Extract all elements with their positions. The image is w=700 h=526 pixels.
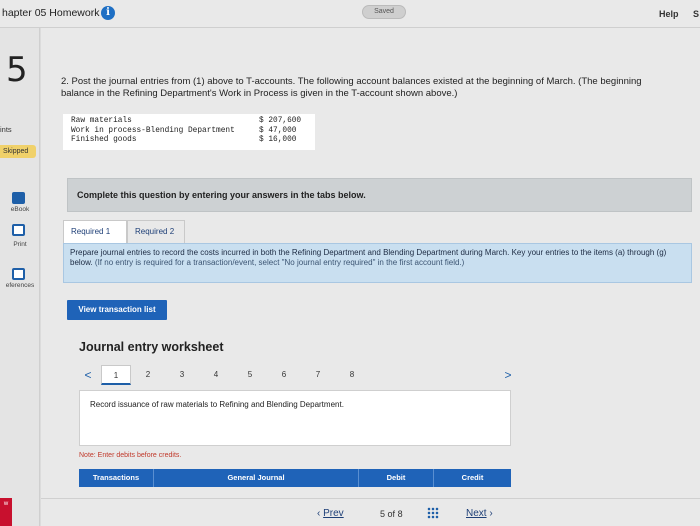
question-number: 5 [6, 50, 28, 90]
question-nav-footer: ‹ Prev 5 of 8 Next › [41, 498, 700, 526]
prev-button[interactable]: ‹ Prev [317, 508, 344, 519]
cut-off-menu-label[interactable]: S [693, 9, 699, 19]
pager-page-7[interactable]: 7 [303, 365, 333, 385]
page-of: of [387, 509, 396, 519]
balance-amount: $ 47,000 [259, 126, 297, 135]
page-current: 5 [380, 509, 386, 519]
ebook-icon[interactable] [12, 192, 25, 204]
column-credit: Credit [461, 473, 484, 482]
column-general-journal: General Journal [154, 469, 359, 487]
record-instruction: Record issuance of raw materials to Refi… [79, 390, 511, 446]
balances-table: Raw materials $ 207,600 Work in process-… [63, 114, 315, 150]
pager-page-1[interactable]: 1 [101, 365, 131, 385]
required-tabs: Required 1 Required 2 Prepare journal en… [63, 220, 692, 292]
tab-required-1[interactable]: Required 1 [63, 220, 127, 244]
next-button[interactable]: Next › [466, 508, 493, 519]
balance-row: Work in process-Blending Department $ 47… [71, 127, 307, 137]
balance-amount: $ 16,000 [259, 136, 297, 144]
balance-account: Work in process-Blending Department [71, 126, 235, 135]
saved-badge: Saved [362, 5, 406, 19]
grid-icon[interactable] [427, 507, 439, 519]
balance-account: Raw materials [71, 117, 132, 125]
ebook-label[interactable]: eBook [0, 206, 40, 213]
assignment-title: hapter 05 Homework [2, 7, 100, 19]
pager-page-6[interactable]: 6 [269, 365, 299, 385]
references-label[interactable]: eferences [0, 282, 40, 289]
chevron-right-icon: › [489, 508, 493, 519]
worksheet-title: Journal entry worksheet [79, 340, 224, 354]
info-icon[interactable]: i [101, 6, 115, 20]
status-badge: Skipped [0, 145, 36, 158]
instruction-banner: Complete this question by entering your … [67, 178, 692, 212]
worksheet-pager: < 1 2 3 4 5 6 7 8 > [79, 365, 512, 385]
print-icon[interactable] [12, 224, 25, 236]
pager-prev-icon[interactable]: < [79, 365, 97, 385]
page-total: 8 [397, 509, 403, 519]
balance-row: Raw materials $ 207,600 [71, 117, 307, 127]
debits-note: Note: Enter debits before credits. [79, 452, 182, 459]
main-content: 2. Post the journal entries from (1) abo… [41, 28, 700, 526]
chevron-left-icon: ‹ [317, 508, 321, 519]
tab-required-2[interactable]: Required 2 [127, 220, 185, 244]
next-label: Next [466, 508, 487, 519]
publisher-logo: w [0, 498, 12, 526]
prev-label: Prev [323, 508, 344, 519]
pager-page-5[interactable]: 5 [235, 365, 265, 385]
pager-next-icon[interactable]: > [499, 365, 517, 385]
tab-panel-note: (If no entry is required for a transacti… [94, 257, 465, 267]
column-debit: Debit [359, 469, 434, 487]
print-label[interactable]: Print [0, 241, 40, 248]
points-label: ints [0, 125, 12, 134]
pager-page-8[interactable]: 8 [337, 365, 367, 385]
question-sidebar: 5 ints Skipped eBook Print eferences w [0, 28, 40, 526]
view-transaction-list-button[interactable]: View transaction list [67, 300, 167, 320]
question-text: 2. Post the journal entries from (1) abo… [61, 76, 642, 99]
help-button[interactable]: Help [659, 9, 679, 19]
tab-panel: Prepare journal entries to record the co… [63, 243, 692, 283]
balance-amount: $ 207,600 [259, 117, 302, 125]
page-counter: 5 of 8 [380, 509, 403, 519]
journal-table-header: Transactions General Journal Debit Credi… [79, 469, 511, 487]
references-icon[interactable] [12, 268, 25, 280]
pager-page-3[interactable]: 3 [167, 365, 197, 385]
pager-page-2[interactable]: 2 [133, 365, 163, 385]
pager-page-4[interactable]: 4 [201, 365, 231, 385]
column-transactions: Transactions [79, 469, 154, 487]
balance-row: Finished goods $ 16,000 [71, 136, 307, 146]
top-bar: hapter 05 Homework i Saved Help S [0, 0, 700, 28]
balance-account: Finished goods [71, 136, 137, 144]
